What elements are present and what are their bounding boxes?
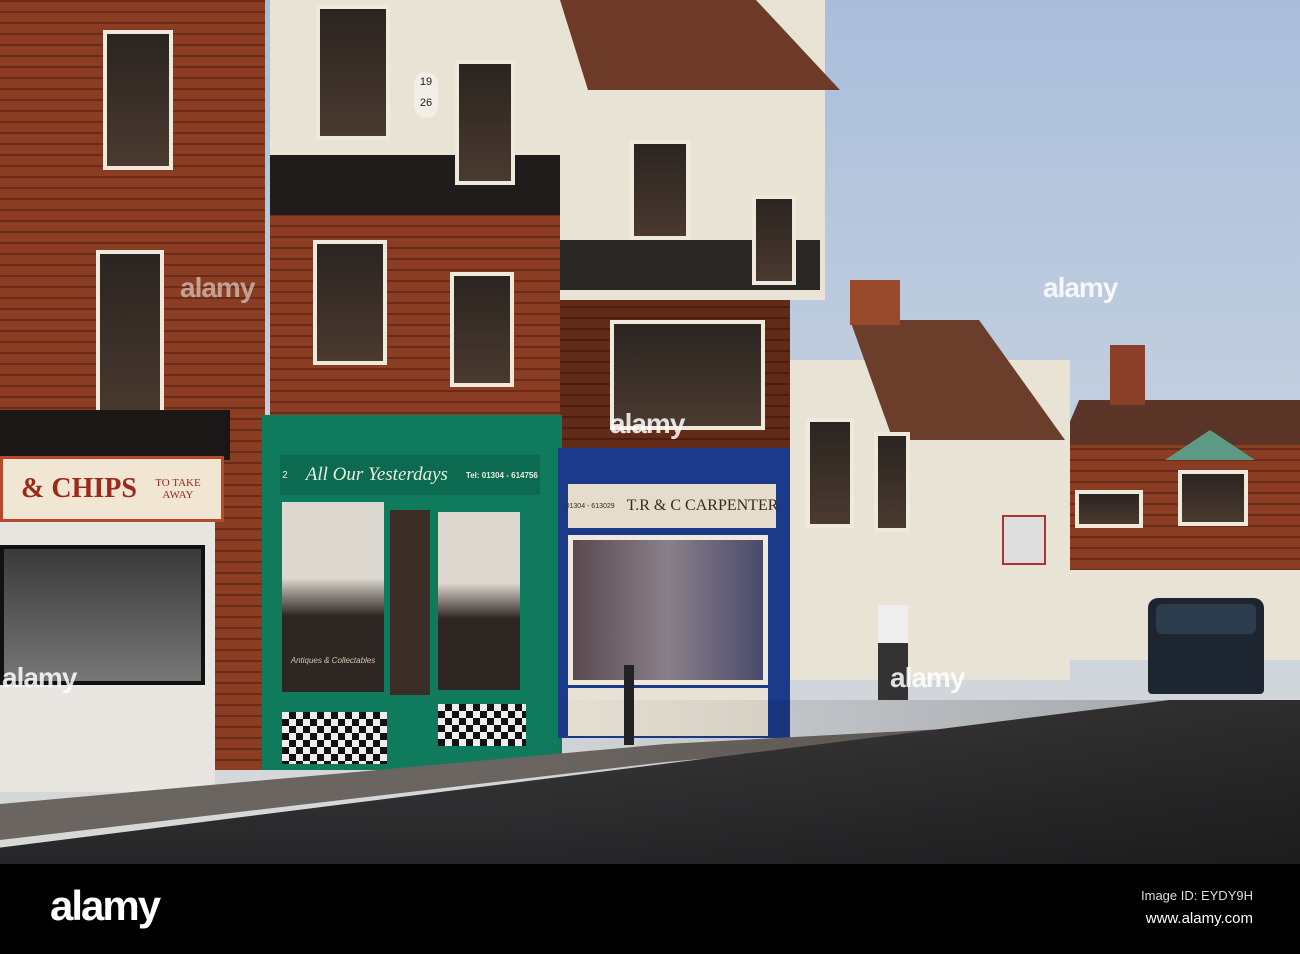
chimney [1110,345,1145,405]
alamy-url[interactable]: www.alamy.com [1146,910,1253,927]
window [1075,490,1143,528]
fascia-shadow [0,410,230,460]
pub-sign [1002,515,1046,565]
date-plaque: 19 26 [414,72,438,118]
carpenter-phone: 01304 - 613029 [565,502,615,510]
date-top: 19 [419,76,433,88]
chimney [850,280,900,325]
window-lettering: Antiques & Collectables [282,650,384,670]
window [806,418,854,528]
window [313,240,387,365]
image-id: Image ID: EYDY9H [1141,888,1253,903]
carpenter-window [568,535,768,685]
window-text: Antiques & Collectables [290,655,376,665]
shop-base [568,688,768,736]
antique-shop-phone: Tel: 01304 - 614756 [465,470,538,480]
checkered-panel [438,704,526,746]
window [874,432,910,532]
carpenter-shop-sign: 01304 - 613029 T.R & C CARPENTER [565,484,779,528]
antique-shop-name: All Our Yesterdays [305,464,448,485]
shop-door [390,510,430,695]
carpenter-shop-name: T.R & C CARPENTER [626,497,779,514]
watermark: alamy [2,662,77,693]
window [316,5,390,140]
van-windscreen [1156,604,1256,634]
bay-window [1178,470,1248,526]
watermark: alamy [180,272,255,303]
bollard [624,665,634,745]
shop-number: 2 [282,469,288,481]
far-roof [1060,400,1300,445]
chip-shop-name: & CHIPS [21,473,137,504]
watermark: alamy [1043,272,1118,303]
chip-shop-sign: & CHIPS TO TAKE AWAY [0,456,224,522]
checkered-panel [282,712,387,764]
watermark: alamy [610,408,685,439]
street-photo: 19 26 & CHIPS TO TAKE AWAY 2 All Our Yes… [0,0,1300,864]
shop-window-right [438,512,520,690]
footer-bar: alamy Image ID: EYDY9H www.alamy.com [0,864,1300,954]
alamy-logo: alamy [50,882,161,929]
window [96,250,164,425]
chip-shop-tagline: TO TAKE AWAY [155,477,201,501]
window [752,195,796,285]
window [455,60,515,185]
antique-shop-sign: 2 All Our Yesterdays Tel: 01304 - 614756 [280,455,540,495]
window [450,272,514,387]
watermark: alamy [890,662,965,693]
window [630,140,690,240]
window [103,30,173,170]
date-bottom: 26 [419,97,433,109]
